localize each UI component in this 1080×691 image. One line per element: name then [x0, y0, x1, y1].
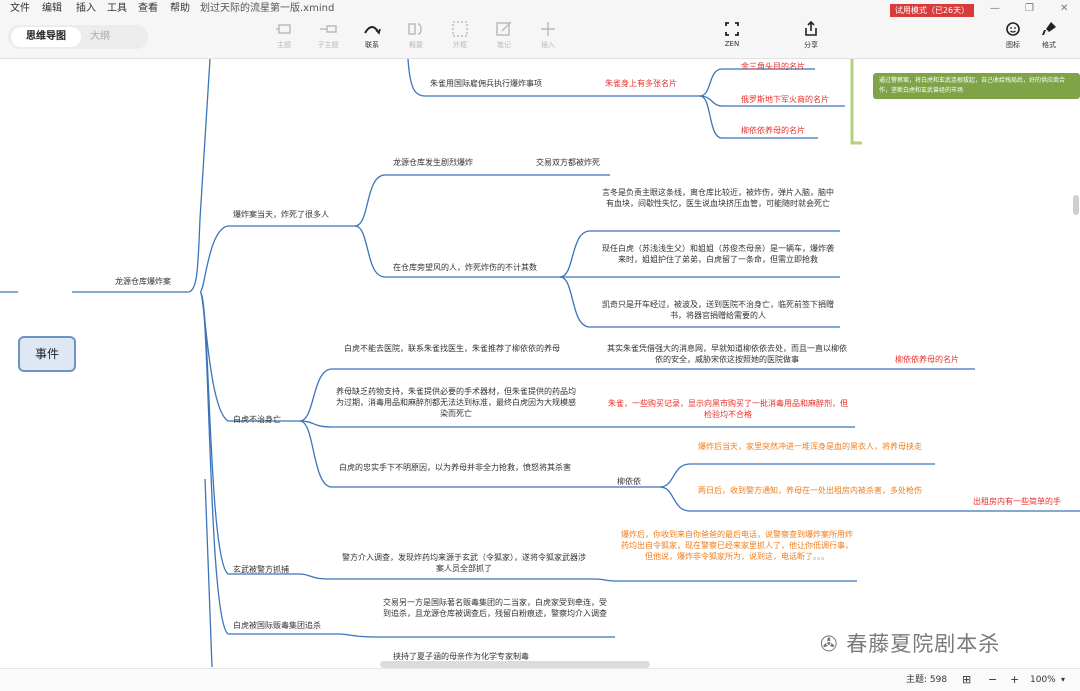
topic-card-arms-dealer[interactable]: 俄罗斯地下军火商的名片 [741, 94, 829, 105]
zoom-out-button[interactable]: − [988, 669, 997, 691]
mindmap-canvas[interactable]: 事件 龙源仓库爆炸案 朱雀用国际雇佣兵执行爆炸事项 朱雀身上有多张名片 金三角头… [0, 59, 1080, 667]
close-button[interactable]: ✕ [1060, 0, 1068, 18]
subtopic-icon [320, 25, 337, 33]
vertical-scrollbar[interactable] [1073, 195, 1079, 215]
topic-xuanwu-arrested[interactable]: 玄武被警方抓捕 [233, 564, 289, 575]
topic-rental-clue[interactable]: 出租房内有一些简单的手 [973, 496, 1061, 507]
watermark: ✇ 春藤夏院剧本杀 [820, 632, 1001, 656]
topic-foster-card-link[interactable]: 柳依依养母的名片 [895, 354, 959, 365]
minimize-button[interactable]: — [990, 0, 1000, 18]
smiley-icon [1006, 22, 1020, 36]
topic-card-foster-mother[interactable]: 柳依依养母的名片 [741, 125, 805, 136]
topic-victim-kaiqi[interactable]: 凯奇只是开车经过，被波及，送到医院不治身亡，临死前签下捐赠书，将器官捐赠给需要的… [600, 299, 836, 321]
menu-insert[interactable]: 插入 [76, 0, 96, 18]
share-button[interactable]: 分享 [789, 20, 833, 56]
note-icon [496, 21, 512, 36]
topic-victim-baihu[interactable]: 现任白虎（苏浅浅生父）和姐姐（苏俊杰母亲）是一辆车，爆炸袭来时，姐姐护住了弟弟，… [600, 243, 836, 265]
topic-mercenary[interactable]: 朱雀用国际雇佣兵执行爆炸事项 [430, 78, 542, 89]
toolbar: 思维导图 大纲 主题 子主题 联系 概要 外框 笔记 插入 ZEN 分享 图标 [0, 18, 1080, 59]
topic-explosion-day[interactable]: 爆炸案当天，炸死了很多人 [233, 209, 329, 220]
trial-badge[interactable]: 试用模式（已26天） [890, 4, 974, 17]
topic-henchmen-kill[interactable]: 白虎的忠实手下不明原因，以为养母并非全力抢救，愤怒将其杀害 [336, 462, 574, 473]
boundary-icon [452, 21, 468, 37]
topic-victim-yandong[interactable]: 言冬是负责主眼这条线，离仓库比较近，被炸伤，弹片入脑，脑中有血块，间歇性失忆，医… [600, 187, 836, 209]
topic-zhuque-threat[interactable]: 其实朱雀凭借强大的消息网，早就知道柳依依去处，而且一直以柳依依的安全，威胁宋依这… [607, 343, 847, 365]
topic-police-notice[interactable]: 两日后，收到警方通知，养母在一处出租房内被杀害，多处枪伤 [692, 485, 928, 496]
topic-victims[interactable]: 在仓库旁望风的人，炸死炸伤的不计其数 [393, 262, 537, 273]
view-switch: 思维导图 大纲 [8, 25, 148, 49]
menu-file[interactable]: 文件 [10, 0, 30, 18]
chevron-down-icon[interactable]: ▾ [1061, 669, 1065, 691]
topic-card-golden-triangle[interactable]: 金三角头目的名片 [741, 61, 805, 72]
insert-button[interactable]: 插入 [526, 20, 570, 56]
topic-police-investigation[interactable]: 警方介入调查，发现炸药均来源于玄武（令狐家），遂将令狐家武器涉案人员全部抓了 [340, 552, 588, 574]
menu-tools[interactable]: 工具 [107, 0, 127, 18]
topic-intl-hunt[interactable]: 白虎被国际贩毒集团追杀 [233, 620, 321, 631]
zoom-level[interactable]: 100% [1030, 669, 1056, 691]
summary-icon [408, 23, 422, 35]
note-callout[interactable]: 通过警察案，将白虎和玄武连根拔起，自己收给残局后，好的供应商合作，垄断白虎和玄武… [873, 73, 1080, 99]
brush-icon [1042, 22, 1056, 35]
topic-blackclothes[interactable]: 爆炸后当天，家里突然冲进一堆浑身是血的黑衣人，将养母挟走 [692, 441, 928, 452]
document-title: 划过天际的流星第一版.xmind [200, 3, 335, 14]
topic-both-killed[interactable]: 交易双方都被炸死 [536, 157, 600, 168]
relation-icon [364, 26, 381, 35]
relation-button[interactable]: 联系 [350, 20, 394, 56]
tab-outline[interactable]: 大纲 [90, 27, 110, 47]
format-button[interactable]: 格式 [1027, 20, 1071, 56]
menu-bar: 文件 编辑 插入 工具 查看 帮助 划过天际的流星第一版.xmind 试用模式（… [0, 0, 1080, 18]
topic-baihu-died[interactable]: 白虎不治身亡 [233, 414, 281, 425]
topic-drug-cartel[interactable]: 交易另一方是国际著名贩毒集团的二当家，白虎家受到牵连，受到追杀，且龙源仓库被调查… [380, 597, 610, 619]
map-view-icon[interactable]: ⊞ [962, 669, 971, 691]
horizontal-scrollbar[interactable] [380, 661, 650, 668]
summary-button[interactable]: 概要 [394, 20, 438, 56]
topic-icon [276, 24, 291, 34]
subtopic-button[interactable]: 子主题 [306, 20, 350, 56]
note-button[interactable]: 笔记 [482, 20, 526, 56]
wechat-icon: ✇ [820, 632, 839, 656]
zoom-in-button[interactable]: + [1010, 669, 1019, 691]
boundary-bracket [850, 59, 862, 145]
menu-help[interactable]: 帮助 [170, 0, 190, 18]
topic-liuyiyi[interactable]: 柳依依 [617, 476, 641, 487]
topic-cards-list[interactable]: 朱雀身上有多张名片 [605, 78, 677, 89]
fullscreen-icon [725, 22, 739, 36]
topic-baihu-doctor[interactable]: 白虎不能去医院，联系朱雀找医生，朱雀推荐了柳依依的养母 [336, 343, 568, 354]
menu-edit[interactable]: 编辑 [42, 0, 62, 18]
topic-longyuan-case[interactable]: 龙源仓库爆炸案 [115, 276, 171, 287]
boundary-button[interactable]: 外框 [438, 20, 482, 56]
topic-expired-drugs[interactable]: 养母缺乏药物支持，朱雀提供必要的手术器材，但朱雀提供的药品均为过期，消毒用品和麻… [336, 386, 576, 419]
central-topic[interactable]: 事件 [18, 336, 76, 372]
status-bar: 主题: 598 ⊞ − + 100% ▾ [0, 668, 1080, 691]
zen-button[interactable]: ZEN [710, 20, 754, 56]
topic-purchase-records[interactable]: 朱雀，一些购买记录，显示向黑市购买了一批消毒用品和麻醉剂，但检验均不合格 [607, 398, 849, 420]
topic-button[interactable]: 主题 [262, 20, 306, 56]
topic-warehouse-explosion[interactable]: 龙源仓库发生剧烈爆炸 [393, 157, 473, 168]
topic-last-call[interactable]: 爆炸后，你收到来自你爸爸的最后电话，说警察查到爆炸案所用炸药均出自令狐家，现在警… [620, 529, 854, 562]
share-icon [805, 20, 817, 36]
tab-mindmap[interactable]: 思维导图 [11, 27, 81, 47]
restore-button[interactable]: ❐ [1025, 0, 1034, 18]
topic-count: 主题: 598 [906, 675, 948, 685]
menu-view[interactable]: 查看 [138, 0, 158, 18]
plus-icon [541, 22, 555, 36]
